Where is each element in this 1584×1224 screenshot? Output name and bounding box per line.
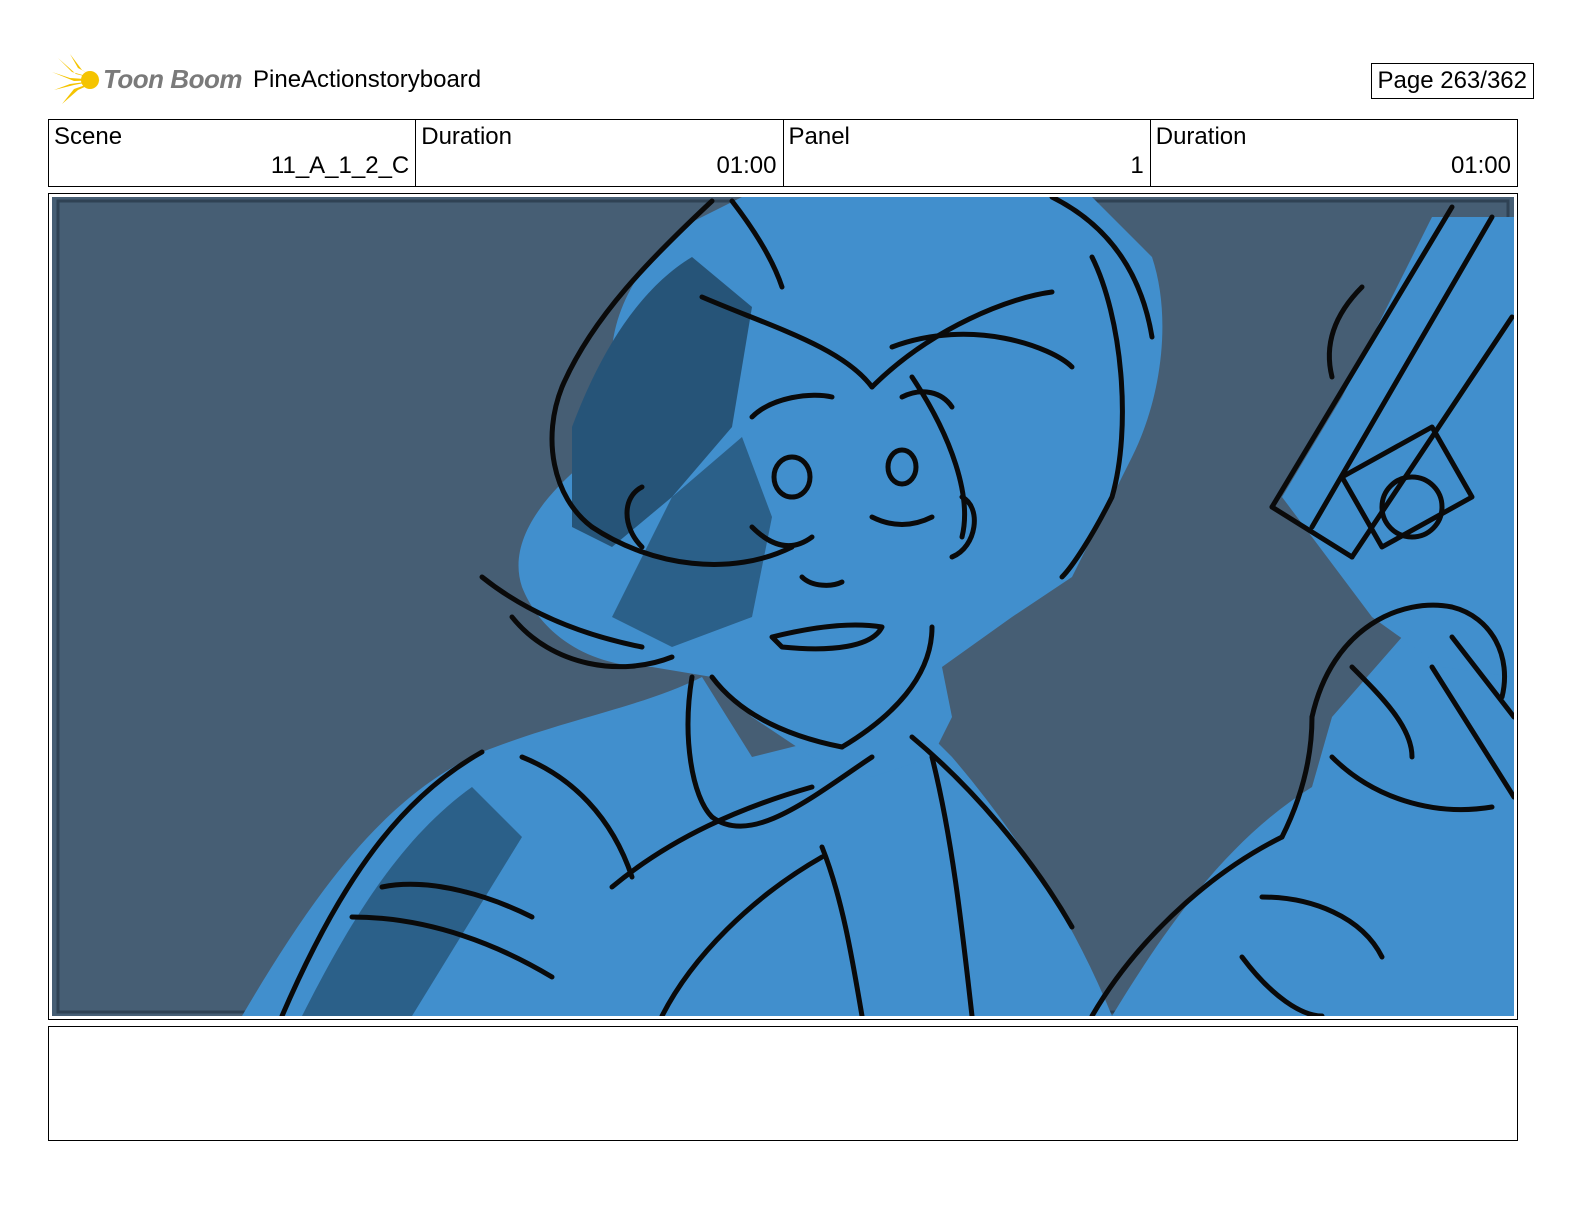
scene-cell: Scene 11_A_1_2_C	[49, 120, 417, 186]
page-number: Page 263/362	[1370, 63, 1534, 99]
scene-duration-value: 01:00	[716, 152, 777, 179]
panel-artwork	[52, 197, 1514, 1016]
panel-duration-label: Duration	[1155, 123, 1247, 150]
panel-duration-cell: Duration 01:00	[1151, 120, 1517, 186]
scene-duration-label: Duration	[421, 123, 512, 150]
scene-info-table: Scene 11_A_1_2_C Duration 01:00 Panel 1 …	[48, 119, 1518, 187]
starburst-icon	[52, 54, 100, 104]
panel-notes	[48, 1026, 1518, 1141]
panel-duration-value: 01:00	[1450, 152, 1511, 179]
logo-wordmark: Toon Boom	[103, 64, 242, 94]
storyboard-panel	[48, 193, 1518, 1020]
toon-boom-logo: Toon Boom	[50, 52, 242, 108]
page-header: Toon Boom PineActionstoryboard Page 263/…	[50, 52, 1534, 108]
scene-value: 11_A_1_2_C	[270, 152, 410, 179]
scene-duration-cell: Duration 01:00	[416, 120, 784, 186]
panel-cell: Panel 1	[784, 120, 1151, 186]
scene-label: Scene	[54, 123, 123, 150]
panel-value: 1	[1130, 152, 1144, 179]
project-title: PineActionstoryboard	[253, 66, 482, 93]
character-sketch	[52, 197, 1514, 1016]
panel-label: Panel	[788, 123, 850, 150]
